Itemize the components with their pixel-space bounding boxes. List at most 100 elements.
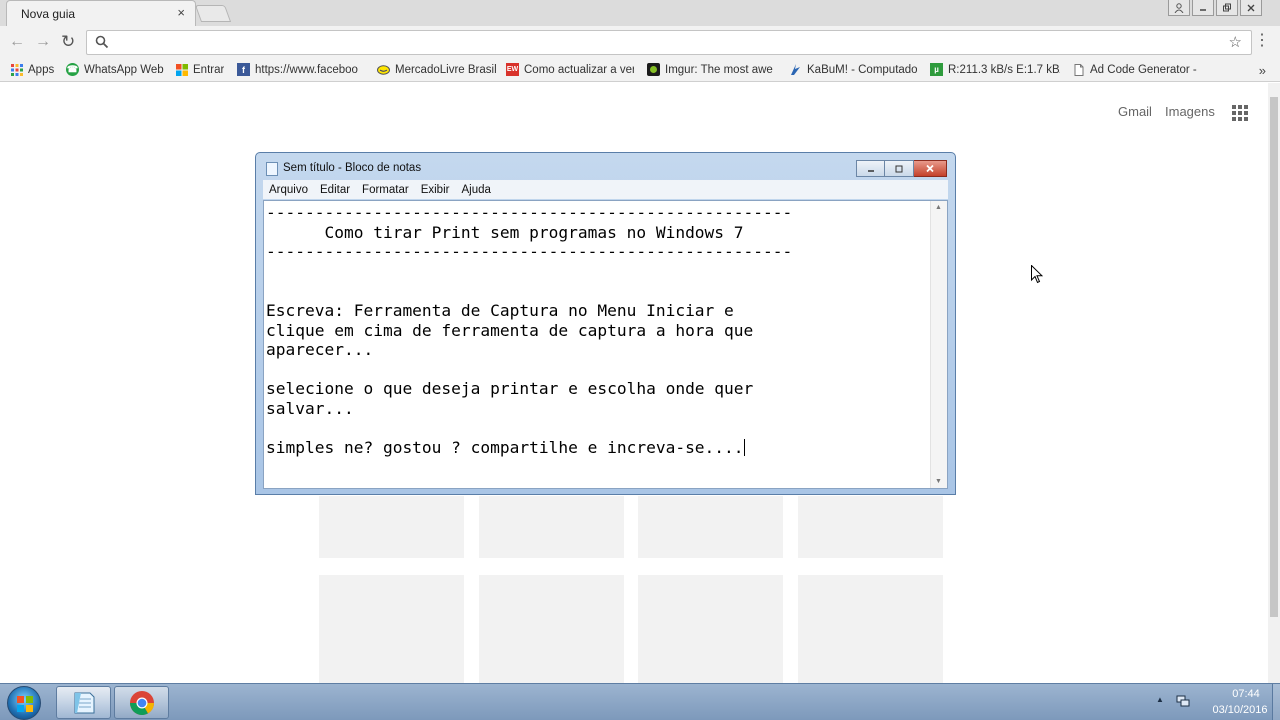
- minimize-icon[interactable]: [1192, 0, 1214, 16]
- bookmark-label: Ad Code Generator -: [1090, 63, 1197, 76]
- notepad-menubar: Arquivo Editar Formatar Exibir Ajuda: [263, 180, 948, 199]
- bookmark-mercadolivre[interactable]: MercadoLivre Brasil: [377, 63, 497, 76]
- bookmark-facebook[interactable]: f https://www.faceboo: [237, 63, 358, 76]
- bookmark-label: Como actualizar a ver: [524, 63, 634, 76]
- windows-taskbar: ▲ 07:44 03/10/2016: [0, 683, 1280, 720]
- google-apps-icon[interactable]: [1232, 105, 1248, 121]
- bookmark-apps[interactable]: Apps: [10, 63, 54, 76]
- start-button[interactable]: [7, 686, 41, 720]
- text-line: Como tirar Print sem programas no Window…: [266, 222, 744, 242]
- bookmark-ad-code-generator[interactable]: Ad Code Generator -: [1072, 63, 1197, 76]
- most-visited-tile[interactable]: [319, 496, 464, 558]
- minimize-icon[interactable]: [856, 160, 885, 177]
- taskbar-notepad-button[interactable]: [56, 686, 111, 719]
- network-icon[interactable]: [1176, 694, 1190, 708]
- text-caret: [743, 439, 745, 457]
- notepad-window: Sem título - Bloco de notas Arquivo Edit…: [255, 152, 956, 495]
- bookmark-label: WhatsApp Web: [84, 63, 164, 76]
- most-visited-tile[interactable]: [479, 575, 624, 683]
- bookmark-label: Imgur: The most awe: [665, 63, 773, 76]
- omnibox[interactable]: ☆: [86, 30, 1252, 55]
- bookmark-como-actualizar[interactable]: EW Como actualizar a ver: [506, 63, 634, 76]
- tab-nova-guia[interactable]: Nova guia ×: [6, 0, 196, 26]
- gmail-link[interactable]: Gmail: [1118, 104, 1152, 119]
- notepad-scrollbar[interactable]: ▲ ▼: [930, 201, 947, 488]
- text-line: ----------------------------------------…: [266, 203, 793, 222]
- most-visited-tile[interactable]: [319, 575, 464, 683]
- microsoft-icon: [175, 63, 188, 76]
- notepad-text-area[interactable]: ----------------------------------------…: [263, 200, 948, 489]
- tab-title: Nova guia: [21, 7, 76, 21]
- scroll-up-icon[interactable]: ▲: [935, 204, 942, 211]
- bookmark-label: Entrar: [193, 63, 225, 76]
- scroll-down-icon[interactable]: ▼: [935, 478, 942, 485]
- bookmark-label: R:211.3 kB/s E:1.7 kB/: [948, 63, 1060, 76]
- close-window-icon[interactable]: [1240, 0, 1262, 16]
- mouse-cursor-icon: [1031, 265, 1043, 284]
- menu-formatar[interactable]: Formatar: [362, 184, 409, 196]
- page-scrollbar[interactable]: [1268, 83, 1280, 683]
- mercadolivre-icon: [377, 63, 390, 76]
- most-visited-tile[interactable]: [798, 496, 943, 558]
- tab-close-icon[interactable]: ×: [177, 5, 185, 20]
- bookmark-star-icon[interactable]: ☆: [1229, 33, 1242, 51]
- bookmark-whatsapp[interactable]: ☎ WhatsApp Web: [66, 63, 164, 76]
- page-scrollbar-thumb[interactable]: [1270, 97, 1278, 617]
- menu-exibir[interactable]: Exibir: [421, 184, 450, 196]
- omnibox-input[interactable]: [117, 33, 1217, 52]
- notepad-app-icon: [74, 692, 95, 714]
- tab-strip: Nova guia ×: [0, 0, 1280, 26]
- user-icon[interactable]: [1168, 0, 1190, 16]
- text-line: simples ne? gostou ? compartilhe e incre…: [266, 438, 744, 458]
- chrome-menu-icon[interactable]: ⋮: [1254, 33, 1270, 49]
- kabum-icon: [789, 63, 802, 76]
- bookmark-kabum[interactable]: KaBuM! - Computado: [789, 63, 917, 76]
- notepad-title: Sem título - Bloco de notas: [283, 162, 422, 174]
- text-line: ​: [266, 281, 931, 301]
- back-arrow-icon[interactable]: ←: [9, 33, 25, 51]
- text-line: clique em cima de ferramenta de captura …: [266, 320, 754, 340]
- new-tab-button[interactable]: [194, 5, 232, 22]
- most-visited-tile[interactable]: [798, 575, 943, 683]
- text-line: ​: [266, 360, 931, 380]
- maximize-icon[interactable]: [885, 160, 914, 177]
- search-icon: [95, 35, 109, 49]
- forward-arrow-icon[interactable]: →: [35, 33, 51, 51]
- taskbar-chrome-button[interactable]: [114, 686, 169, 719]
- most-visited-tile[interactable]: [638, 575, 783, 683]
- restore-icon[interactable]: [1216, 0, 1238, 16]
- page-icon: [1072, 63, 1085, 76]
- text-line: ----------------------------------------…: [266, 242, 793, 262]
- images-link[interactable]: Imagens: [1165, 104, 1215, 119]
- show-hidden-icons-icon[interactable]: ▲: [1156, 695, 1164, 704]
- reload-icon[interactable]: ↻: [61, 32, 75, 52]
- text-line: selecione o que deseja printar e escolha…: [266, 379, 754, 399]
- text-line: aparecer...: [266, 340, 374, 360]
- clock-time[interactable]: 07:44: [1216, 688, 1276, 700]
- menu-editar[interactable]: Editar: [320, 184, 350, 196]
- ew-icon: EW: [506, 63, 519, 76]
- most-visited-tile[interactable]: [479, 496, 624, 558]
- text-line: Escreva: Ferramenta de Captura no Menu I…: [266, 300, 734, 320]
- last-text-line: simples ne? gostou ? compartilhe e incre…: [266, 438, 931, 458]
- menu-ajuda[interactable]: Ajuda: [461, 184, 490, 196]
- facebook-icon: f: [237, 63, 250, 76]
- show-desktop-button[interactable]: [1272, 684, 1280, 720]
- system-tray: ▲ 07:44 03/10/2016: [1140, 684, 1280, 720]
- notepad-window-controls: [856, 160, 947, 177]
- clock-date[interactable]: 03/10/2016: [1204, 704, 1276, 716]
- close-icon[interactable]: [914, 160, 947, 177]
- bookmark-utorrent[interactable]: µ R:211.3 kB/s E:1.7 kB/: [930, 63, 1060, 76]
- bookmark-label: KaBuM! - Computado: [807, 63, 917, 76]
- whatsapp-icon: ☎: [66, 63, 79, 76]
- browser-window-controls: [1168, 0, 1262, 16]
- bookmark-entrar[interactable]: Entrar: [175, 63, 224, 76]
- bookmarks-overflow-icon[interactable]: »: [1259, 63, 1266, 78]
- notepad-document[interactable]: ----------------------------------------…: [266, 203, 931, 486]
- menu-arquivo[interactable]: Arquivo: [269, 184, 308, 196]
- chrome-icon: [130, 691, 154, 716]
- text-line: salvar...: [266, 398, 354, 418]
- most-visited-tile[interactable]: [638, 496, 783, 558]
- browser-toolbar: ← → ↻ ☆ ⋮: [0, 26, 1280, 60]
- bookmark-imgur[interactable]: Imgur: The most awe: [647, 63, 773, 76]
